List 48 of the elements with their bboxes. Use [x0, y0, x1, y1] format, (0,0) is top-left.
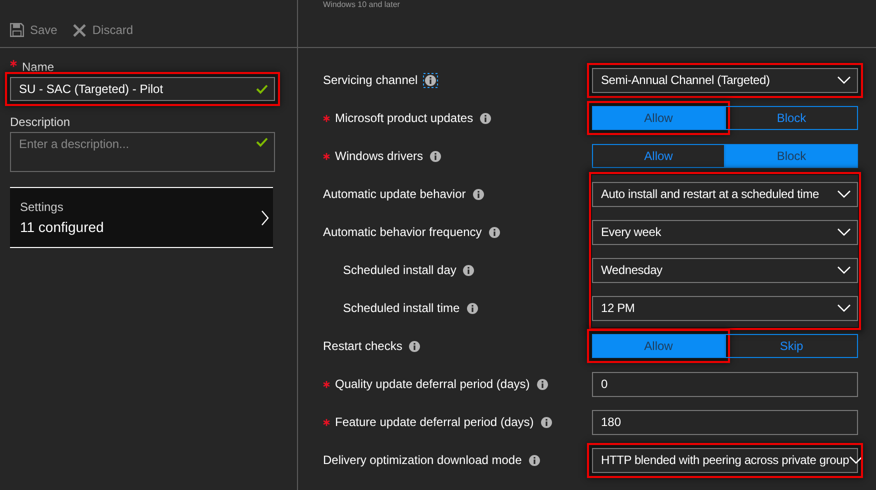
number-field[interactable]: 0	[592, 372, 858, 396]
close-icon	[73, 24, 86, 36]
setting-label: Feature update deferral period (days)	[335, 415, 534, 429]
info-icon[interactable]	[470, 186, 486, 202]
dropdown[interactable]: Every week	[592, 220, 858, 244]
info-icon[interactable]	[534, 376, 550, 392]
dropdown[interactable]: Wednesday	[592, 258, 858, 282]
settings-card[interactable]: Settings 11 configured	[10, 187, 273, 248]
chevron-down-icon	[837, 228, 851, 236]
info-icon[interactable]	[538, 414, 554, 430]
number-field[interactable]: 180	[592, 410, 858, 434]
info-icon[interactable]	[422, 72, 438, 88]
dropdown[interactable]: 12 PM	[592, 296, 858, 320]
chevron-right-icon	[261, 210, 269, 226]
setting-label: Delivery optimization download mode	[323, 453, 522, 467]
setting-label: Servicing channel	[323, 73, 418, 87]
info-icon[interactable]	[461, 262, 476, 278]
dropdown[interactable]: Auto install and restart at a scheduled time	[592, 182, 858, 206]
field-label: Description	[10, 115, 72, 129]
setting-label: Windows drivers	[335, 149, 424, 163]
field-label: Name	[22, 60, 54, 74]
chevron-down-icon	[837, 266, 851, 274]
info-icon[interactable]	[478, 110, 494, 126]
chevron-down-icon	[837, 76, 851, 84]
toggle-option[interactable]: Allow	[592, 144, 725, 168]
description-field[interactable]: Enter a description...	[10, 132, 275, 172]
card-title: Settings	[20, 200, 64, 214]
info-icon[interactable]	[428, 148, 444, 164]
setting-label: Restart checks	[323, 339, 402, 353]
chevron-down-icon	[837, 304, 851, 312]
setting-label: Automatic update behavior	[323, 187, 466, 201]
chevron-down-icon	[849, 456, 864, 464]
setting-label: Microsoft product updates	[335, 111, 474, 125]
card-value: 11 configured	[20, 219, 104, 235]
check-icon	[256, 84, 268, 94]
toggle-option[interactable]: Block	[725, 106, 858, 130]
check-icon	[256, 137, 268, 147]
info-icon[interactable]	[464, 300, 480, 316]
info-icon[interactable]	[526, 452, 542, 468]
chevron-down-icon	[837, 190, 851, 198]
setting-label: Automatic behavior frequency	[323, 225, 482, 239]
info-icon[interactable]	[486, 224, 502, 240]
setting-label: Scheduled install time	[343, 301, 460, 315]
info-icon[interactable]	[407, 338, 422, 354]
setting-label: Scheduled install day	[343, 263, 456, 277]
setting-label: Quality update deferral period (days)	[335, 377, 530, 391]
platform-label: Windows 10 and later	[323, 0, 400, 9]
toggle-option[interactable]: Skip	[725, 334, 858, 358]
